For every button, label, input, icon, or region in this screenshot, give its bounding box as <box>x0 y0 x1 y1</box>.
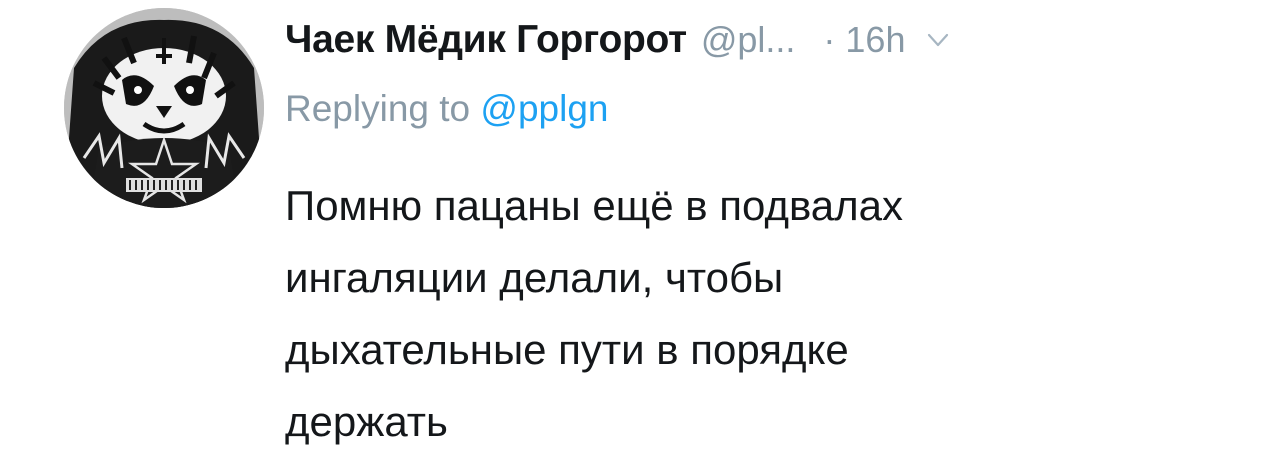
tweet-text-line: ингаляции делали, чтобы <box>285 254 784 301</box>
replying-to: Replying to @pplgn <box>285 88 608 130</box>
timestamp[interactable]: · 16h <box>823 19 905 61</box>
user-handle[interactable]: @pl... <box>701 19 796 61</box>
chevron-down-icon[interactable] <box>925 27 951 53</box>
avatar-image <box>64 8 264 208</box>
tweet-text-line: Помню пацаны ещё в подвалах <box>285 182 904 229</box>
reply-prefix: Replying to <box>285 88 471 129</box>
tweet-header: Чаек Мёдик Горгорот @pl... · 16h <box>285 12 951 68</box>
avatar[interactable] <box>64 8 264 208</box>
tweet-card[interactable]: Чаек Мёдик Горгорот @pl... · 16h Replyin… <box>0 0 1280 459</box>
tweet-text-line: дыхательные пути в порядке <box>285 326 849 373</box>
display-name[interactable]: Чаек Мёдик Горгорот <box>285 18 687 62</box>
tweet-text-line: держать <box>285 398 448 445</box>
tweet-text: Помню пацаны ещё в подвалах ингаляции де… <box>285 170 1185 458</box>
reply-handle-link[interactable]: @pplgn <box>480 88 608 129</box>
